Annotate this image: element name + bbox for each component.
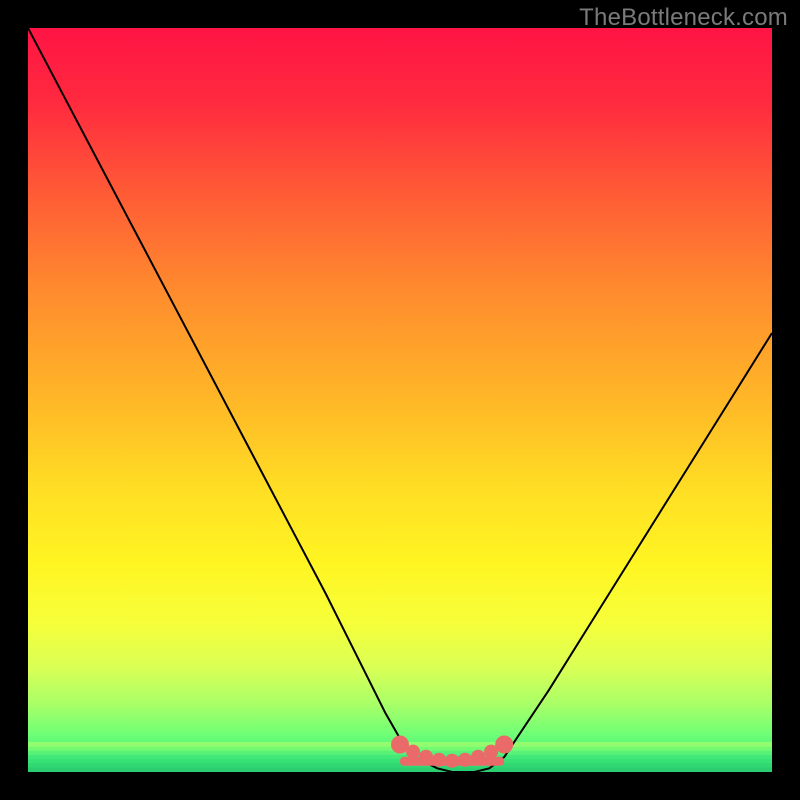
chart-frame: TheBottleneck.com [0,0,800,800]
bottleneck-chart [28,28,772,772]
plot-area [28,28,772,772]
gradient-background [28,28,772,772]
